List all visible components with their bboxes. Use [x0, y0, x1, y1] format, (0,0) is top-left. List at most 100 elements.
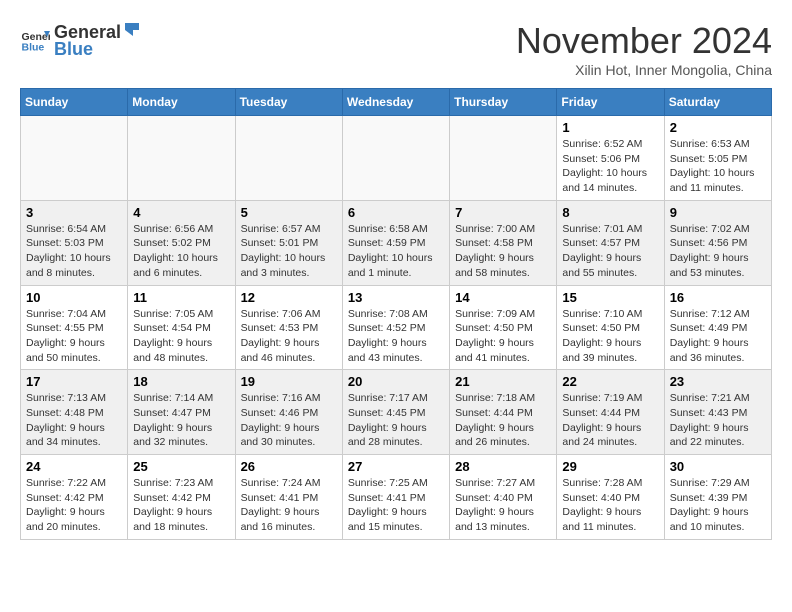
day-number: 1 — [562, 120, 658, 135]
day-number: 27 — [348, 459, 444, 474]
day-number: 26 — [241, 459, 337, 474]
calendar-cell — [235, 116, 342, 201]
day-info: Sunrise: 7:09 AM Sunset: 4:50 PM Dayligh… — [455, 307, 551, 366]
location-subtitle: Xilin Hot, Inner Mongolia, China — [516, 62, 772, 78]
day-info: Sunrise: 7:19 AM Sunset: 4:44 PM Dayligh… — [562, 391, 658, 450]
calendar-cell: 20 Sunrise: 7:17 AM Sunset: 4:45 PM Dayli… — [342, 370, 449, 455]
day-info: Sunrise: 6:58 AM Sunset: 4:59 PM Dayligh… — [348, 222, 444, 281]
day-info: Sunrise: 7:17 AM Sunset: 4:45 PM Dayligh… — [348, 391, 444, 450]
day-info: Sunrise: 7:00 AM Sunset: 4:58 PM Dayligh… — [455, 222, 551, 281]
day-number: 6 — [348, 205, 444, 220]
calendar-cell: 29 Sunrise: 7:28 AM Sunset: 4:40 PM Dayli… — [557, 455, 664, 540]
day-info: Sunrise: 7:14 AM Sunset: 4:47 PM Dayligh… — [133, 391, 229, 450]
day-number: 7 — [455, 205, 551, 220]
day-number: 14 — [455, 290, 551, 305]
logo-icon: General Blue — [20, 25, 50, 55]
week-row-2: 3 Sunrise: 6:54 AM Sunset: 5:03 PM Daylig… — [21, 200, 772, 285]
calendar-cell: 28 Sunrise: 7:27 AM Sunset: 4:40 PM Dayli… — [450, 455, 557, 540]
day-number: 29 — [562, 459, 658, 474]
calendar-cell: 8 Sunrise: 7:01 AM Sunset: 4:57 PM Daylig… — [557, 200, 664, 285]
day-number: 21 — [455, 374, 551, 389]
day-number: 28 — [455, 459, 551, 474]
calendar-cell: 13 Sunrise: 7:08 AM Sunset: 4:52 PM Dayli… — [342, 285, 449, 370]
column-header-monday: Monday — [128, 89, 235, 116]
day-number: 11 — [133, 290, 229, 305]
day-info: Sunrise: 6:54 AM Sunset: 5:03 PM Dayligh… — [26, 222, 122, 281]
day-number: 10 — [26, 290, 122, 305]
column-header-thursday: Thursday — [450, 89, 557, 116]
day-info: Sunrise: 7:04 AM Sunset: 4:55 PM Dayligh… — [26, 307, 122, 366]
day-info: Sunrise: 6:52 AM Sunset: 5:06 PM Dayligh… — [562, 137, 658, 196]
day-number: 2 — [670, 120, 766, 135]
day-number: 3 — [26, 205, 122, 220]
week-row-1: 1 Sunrise: 6:52 AM Sunset: 5:06 PM Daylig… — [21, 116, 772, 201]
calendar-cell: 23 Sunrise: 7:21 AM Sunset: 4:43 PM Dayli… — [664, 370, 771, 455]
day-info: Sunrise: 7:08 AM Sunset: 4:52 PM Dayligh… — [348, 307, 444, 366]
day-info: Sunrise: 7:02 AM Sunset: 4:56 PM Dayligh… — [670, 222, 766, 281]
day-number: 22 — [562, 374, 658, 389]
day-info: Sunrise: 7:12 AM Sunset: 4:49 PM Dayligh… — [670, 307, 766, 366]
day-number: 13 — [348, 290, 444, 305]
column-header-sunday: Sunday — [21, 89, 128, 116]
week-row-5: 24Sunrise: 7:22 AM Sunset: 4:42 PM Dayli… — [21, 455, 772, 540]
day-number: 17 — [26, 374, 122, 389]
day-number: 25 — [133, 459, 229, 474]
day-info: Sunrise: 7:23 AM Sunset: 4:42 PM Dayligh… — [133, 476, 229, 535]
calendar-cell — [128, 116, 235, 201]
day-info: Sunrise: 6:57 AM Sunset: 5:01 PM Dayligh… — [241, 222, 337, 281]
calendar-cell: 30Sunrise: 7:29 AM Sunset: 4:39 PM Dayli… — [664, 455, 771, 540]
calendar-cell — [21, 116, 128, 201]
calendar-cell: 1 Sunrise: 6:52 AM Sunset: 5:06 PM Daylig… — [557, 116, 664, 201]
column-header-tuesday: Tuesday — [235, 89, 342, 116]
calendar-cell: 9Sunrise: 7:02 AM Sunset: 4:56 PM Daylig… — [664, 200, 771, 285]
day-info: Sunrise: 7:28 AM Sunset: 4:40 PM Dayligh… — [562, 476, 658, 535]
day-info: Sunrise: 7:29 AM Sunset: 4:39 PM Dayligh… — [670, 476, 766, 535]
day-number: 4 — [133, 205, 229, 220]
calendar-cell: 10 Sunrise: 7:04 AM Sunset: 4:55 PM Dayli… — [21, 285, 128, 370]
calendar-cell: 26 Sunrise: 7:24 AM Sunset: 4:41 PM Dayli… — [235, 455, 342, 540]
day-info: Sunrise: 6:53 AM Sunset: 5:05 PM Dayligh… — [670, 137, 766, 196]
calendar-cell: 25 Sunrise: 7:23 AM Sunset: 4:42 PM Dayli… — [128, 455, 235, 540]
calendar-cell: 12Sunrise: 7:06 AM Sunset: 4:53 PM Dayli… — [235, 285, 342, 370]
day-info: Sunrise: 7:01 AM Sunset: 4:57 PM Dayligh… — [562, 222, 658, 281]
day-number: 18 — [133, 374, 229, 389]
day-info: Sunrise: 7:27 AM Sunset: 4:40 PM Dayligh… — [455, 476, 551, 535]
day-number: 23 — [670, 374, 766, 389]
day-number: 24 — [26, 459, 122, 474]
day-number: 16 — [670, 290, 766, 305]
week-row-4: 17 Sunrise: 7:13 AM Sunset: 4:48 PM Dayli… — [21, 370, 772, 455]
day-number: 5 — [241, 205, 337, 220]
calendar-cell: 21 Sunrise: 7:18 AM Sunset: 4:44 PM Dayli… — [450, 370, 557, 455]
calendar-cell: 17 Sunrise: 7:13 AM Sunset: 4:48 PM Dayli… — [21, 370, 128, 455]
calendar-cell: 19 Sunrise: 7:16 AM Sunset: 4:46 PM Dayli… — [235, 370, 342, 455]
day-info: Sunrise: 7:16 AM Sunset: 4:46 PM Dayligh… — [241, 391, 337, 450]
logo: General Blue General Blue — [20, 20, 143, 60]
calendar-cell: 5 Sunrise: 6:57 AM Sunset: 5:01 PM Daylig… — [235, 200, 342, 285]
day-info: Sunrise: 7:10 AM Sunset: 4:50 PM Dayligh… — [562, 307, 658, 366]
calendar-cell: 3 Sunrise: 6:54 AM Sunset: 5:03 PM Daylig… — [21, 200, 128, 285]
day-number: 8 — [562, 205, 658, 220]
calendar-cell — [450, 116, 557, 201]
day-info: Sunrise: 7:13 AM Sunset: 4:48 PM Dayligh… — [26, 391, 122, 450]
day-number: 20 — [348, 374, 444, 389]
calendar-cell: 6 Sunrise: 6:58 AM Sunset: 4:59 PM Daylig… — [342, 200, 449, 285]
calendar-cell: 16 Sunrise: 7:12 AM Sunset: 4:49 PM Dayli… — [664, 285, 771, 370]
day-info: Sunrise: 7:21 AM Sunset: 4:43 PM Dayligh… — [670, 391, 766, 450]
week-row-3: 10 Sunrise: 7:04 AM Sunset: 4:55 PM Dayli… — [21, 285, 772, 370]
column-header-friday: Friday — [557, 89, 664, 116]
calendar-header-row: SundayMondayTuesdayWednesdayThursdayFrid… — [21, 89, 772, 116]
day-info: Sunrise: 6:56 AM Sunset: 5:02 PM Dayligh… — [133, 222, 229, 281]
title-block: November 2024 Xilin Hot, Inner Mongolia,… — [516, 20, 772, 78]
column-header-wednesday: Wednesday — [342, 89, 449, 116]
svg-text:Blue: Blue — [22, 42, 45, 54]
calendar-cell — [342, 116, 449, 201]
calendar-cell: 24Sunrise: 7:22 AM Sunset: 4:42 PM Dayli… — [21, 455, 128, 540]
calendar-cell: 18 Sunrise: 7:14 AM Sunset: 4:47 PM Dayli… — [128, 370, 235, 455]
day-number: 19 — [241, 374, 337, 389]
column-header-saturday: Saturday — [664, 89, 771, 116]
calendar-cell: 14 Sunrise: 7:09 AM Sunset: 4:50 PM Dayli… — [450, 285, 557, 370]
day-info: Sunrise: 7:18 AM Sunset: 4:44 PM Dayligh… — [455, 391, 551, 450]
day-info: Sunrise: 7:25 AM Sunset: 4:41 PM Dayligh… — [348, 476, 444, 535]
day-info: Sunrise: 7:24 AM Sunset: 4:41 PM Dayligh… — [241, 476, 337, 535]
day-info: Sunrise: 7:06 AM Sunset: 4:53 PM Dayligh… — [241, 307, 337, 366]
